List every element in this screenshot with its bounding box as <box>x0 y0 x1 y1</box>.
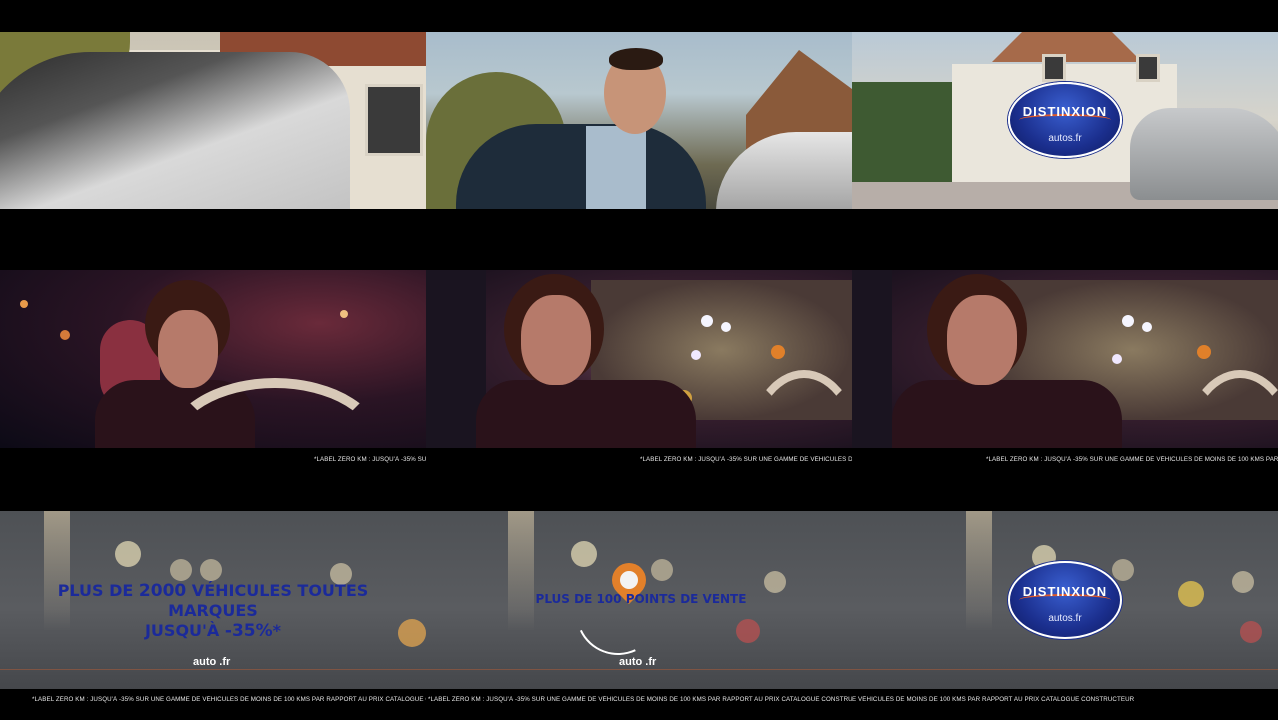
promo-discount: -35% <box>224 621 273 641</box>
man-hair <box>609 48 663 70</box>
frame-5-woman-smiling <box>426 270 852 448</box>
roof <box>992 32 1142 62</box>
bokeh-light <box>20 300 28 308</box>
bokeh-light <box>170 559 192 581</box>
road-line <box>852 669 1278 686</box>
small-logo-text: auto <box>619 656 643 668</box>
man-shirt <box>586 126 646 209</box>
woman-face <box>158 310 218 388</box>
man-jacket <box>456 124 706 209</box>
disclaimer-text: *LABEL ZÉRO KM : JUSQU'À -35% SUR UNE GA… <box>640 456 852 463</box>
frame-9-distinxion-logo-night: DISTINXION autos.fr <box>852 511 1278 689</box>
small-logo: auto .fr <box>619 656 656 668</box>
promo-text: PLUS DE <box>57 581 139 600</box>
promo-line1: PLUS DE 2000 VÉHICULES TOUTES MARQUES <box>20 581 406 621</box>
distinxion-logo: DISTINXION autos.fr <box>1008 82 1122 158</box>
small-logo-text: .fr <box>645 656 657 668</box>
woman-jacket <box>892 380 1122 448</box>
bokeh-light <box>1122 315 1134 327</box>
promo-asterisk: * <box>272 621 282 640</box>
logo-brand: DISTINXION <box>1022 104 1108 120</box>
street-lamp-glow <box>508 511 534 631</box>
small-logo: auto .fr <box>193 656 230 668</box>
bokeh-light <box>340 310 348 318</box>
bokeh-light <box>1197 345 1211 359</box>
logo-brand: DISTINXION <box>1022 583 1108 599</box>
small-logo-text: .fr <box>219 656 231 668</box>
window <box>1136 54 1160 82</box>
promo-vehicles: PLUS DE 2000 VÉHICULES TOUTES MARQUES JU… <box>20 581 406 641</box>
bokeh-light <box>1142 322 1152 332</box>
disclaimer-text: *LABEL ZÉRO KM : JUSQU'À -35% SUR UNE GA… <box>986 456 1278 463</box>
bokeh-light <box>1112 354 1122 364</box>
promo-number: 2000 <box>138 581 187 601</box>
car-hood <box>0 52 350 209</box>
bokeh-light <box>771 345 785 359</box>
disclaimer-text: E VÉHICULES DE MOINS DE 100 KMS PAR RAPP… <box>852 696 1135 703</box>
frame-7-promo-vehicles: PLUS DE 2000 VÉHICULES TOUTES MARQUES JU… <box>0 511 426 689</box>
road-line <box>426 669 852 686</box>
frame-4-woman-driving <box>0 270 426 448</box>
small-logo-text: auto <box>193 656 217 668</box>
woman-jacket <box>476 380 696 448</box>
bokeh-light <box>571 541 597 567</box>
woman-face <box>947 295 1017 385</box>
bokeh-light <box>1112 559 1134 581</box>
car <box>716 132 852 209</box>
frame-8-promo-points: PLUS DE 100 POINTS DE VENTE auto .fr <box>426 511 852 689</box>
logo-sub: autos.fr <box>1048 132 1082 144</box>
bokeh-light <box>115 541 141 567</box>
bokeh-light <box>1178 581 1204 607</box>
street-lamp-glow <box>966 511 992 631</box>
frame-1-man-by-house <box>0 32 426 209</box>
pillar <box>852 270 892 448</box>
distinxion-logo: DISTINXION autos.fr <box>1008 561 1122 639</box>
bokeh-light <box>736 619 760 643</box>
window <box>1042 54 1066 82</box>
bokeh-light <box>60 330 70 340</box>
disclaimer-text: *LABEL ZÉRO KM : JUSQU'À -35% SUR UNE GA… <box>32 696 426 703</box>
promo-line2: JUSQU'À -35%* <box>20 621 406 641</box>
promo-text: JUSQU'À <box>144 621 225 640</box>
bokeh-light <box>691 350 701 360</box>
bokeh-light <box>1240 621 1262 643</box>
woman-face <box>521 295 591 385</box>
bokeh-light <box>1232 571 1254 593</box>
frame-3-distinxion-logo-house: DISTINXION autos.fr <box>852 32 1278 209</box>
disclaimer-text: *LABEL ZÉRO KM : JUSQU'À -35% SUR UN <box>314 456 426 463</box>
window <box>365 84 423 156</box>
bokeh-light <box>200 559 222 581</box>
suv-car <box>1130 108 1278 200</box>
bokeh-light <box>701 315 713 327</box>
promo-text: VÉHICULES TOUTES MARQUES <box>168 581 369 620</box>
logo-sub: autos.fr <box>1048 613 1082 625</box>
disclaimer-text: *LABEL ZÉRO KM : JUSQU'À -35% SUR UNE GA… <box>428 696 852 703</box>
frame-2-man-smiling <box>426 32 852 209</box>
bokeh-light <box>651 559 673 581</box>
road-line <box>0 669 426 686</box>
bokeh-light <box>721 322 731 332</box>
frame-6-woman-smiling <box>852 270 1278 448</box>
promo-points: PLUS DE 100 POINTS DE VENTE <box>535 592 747 606</box>
bokeh-light <box>764 571 786 593</box>
